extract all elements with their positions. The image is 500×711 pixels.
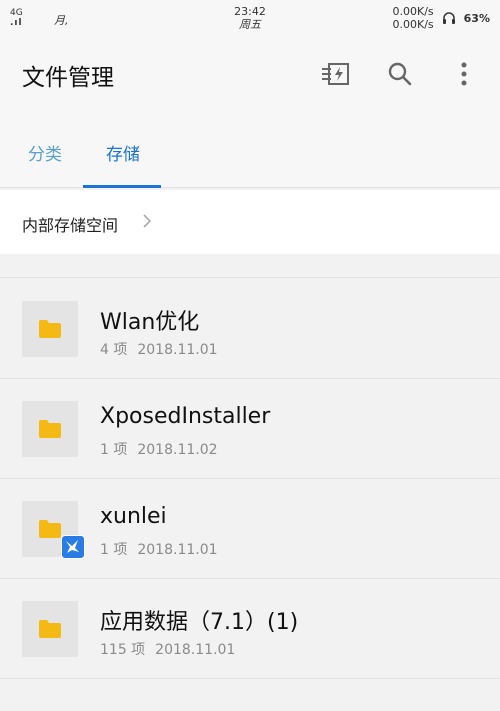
file-name: Wlan优化 (100, 310, 200, 335)
modified-date: 2018.11.01 (155, 642, 236, 658)
item-count: 1 项 (100, 542, 128, 558)
flash-storage-button[interactable] (320, 58, 352, 90)
file-meta: 1 项 2018.11.02 (100, 439, 218, 459)
folder-icon (39, 520, 61, 538)
item-count: 115 项 (100, 642, 146, 658)
file-list: Wlan优化 4 项 2018.11.01 XposedInstaller 1 项… (0, 279, 500, 679)
search-icon (388, 62, 412, 86)
network-speed: 0.00K/s 0.00K/s (393, 5, 434, 31)
tab-category[interactable]: 分类 (28, 140, 62, 165)
more-button[interactable] (448, 58, 480, 90)
folder-icon (39, 620, 61, 638)
folder-thumbnail (22, 301, 78, 357)
bird-icon (66, 540, 79, 553)
tab-storage[interactable]: 存储 (106, 140, 140, 165)
modified-date: 2018.11.01 (137, 342, 218, 358)
file-meta: 1 项 2018.11.01 (100, 539, 218, 559)
chevron-right-icon (143, 214, 152, 228)
status-right: 0.00K/s 0.00K/s 63% (393, 5, 491, 31)
file-name: xunlei (100, 504, 167, 529)
list-item[interactable]: XposedInstaller 1 项 2018.11.02 (0, 379, 500, 479)
xunlei-badge-icon (61, 535, 85, 559)
page-title: 文件管理 (22, 65, 114, 91)
download-speed: 0.00K/s (392, 18, 434, 31)
file-meta: 4 项 2018.11.01 (100, 339, 218, 359)
folder-icon (39, 420, 61, 438)
more-vert-icon (461, 62, 467, 86)
breadcrumb-label[interactable]: 内部存储空间 (22, 212, 118, 236)
search-button[interactable] (384, 58, 416, 90)
list-item[interactable]: 应用数据（7.1）(1) 115 项 2018.11.01 (0, 579, 500, 679)
toolbar-actions (320, 58, 480, 90)
folder-thumbnail (22, 601, 78, 657)
file-meta: 115 项 2018.11.01 (100, 639, 235, 659)
modified-date: 2018.11.02 (137, 442, 218, 458)
app-bar: 文件管理 (0, 40, 500, 110)
divider (0, 254, 500, 278)
status-bar: 4G .ıl 月, 23:42 周五 0.00K/s 0.00K/s 63% (0, 0, 500, 40)
tab-bar: 分类 存储 (0, 110, 500, 188)
flash-storage-icon (322, 63, 349, 85)
headphones-icon (442, 12, 455, 24)
list-item[interactable]: Wlan优化 4 项 2018.11.01 (0, 279, 500, 379)
file-name: 应用数据（7.1）(1) (100, 610, 299, 635)
list-item[interactable]: xunlei 1 项 2018.11.01 (0, 479, 500, 579)
file-name: XposedInstaller (100, 404, 271, 429)
item-count: 1 项 (100, 442, 128, 458)
item-count: 4 项 (100, 342, 128, 358)
tab-indicator (83, 185, 161, 188)
folder-thumbnail (22, 501, 85, 559)
battery-level: 63% (463, 11, 490, 25)
folder-icon (39, 320, 61, 338)
upload-speed: 0.00K/s (392, 5, 434, 18)
folder-thumbnail (22, 401, 78, 457)
breadcrumb[interactable]: 内部存储空间 (0, 190, 500, 254)
modified-date: 2018.11.01 (137, 542, 218, 558)
